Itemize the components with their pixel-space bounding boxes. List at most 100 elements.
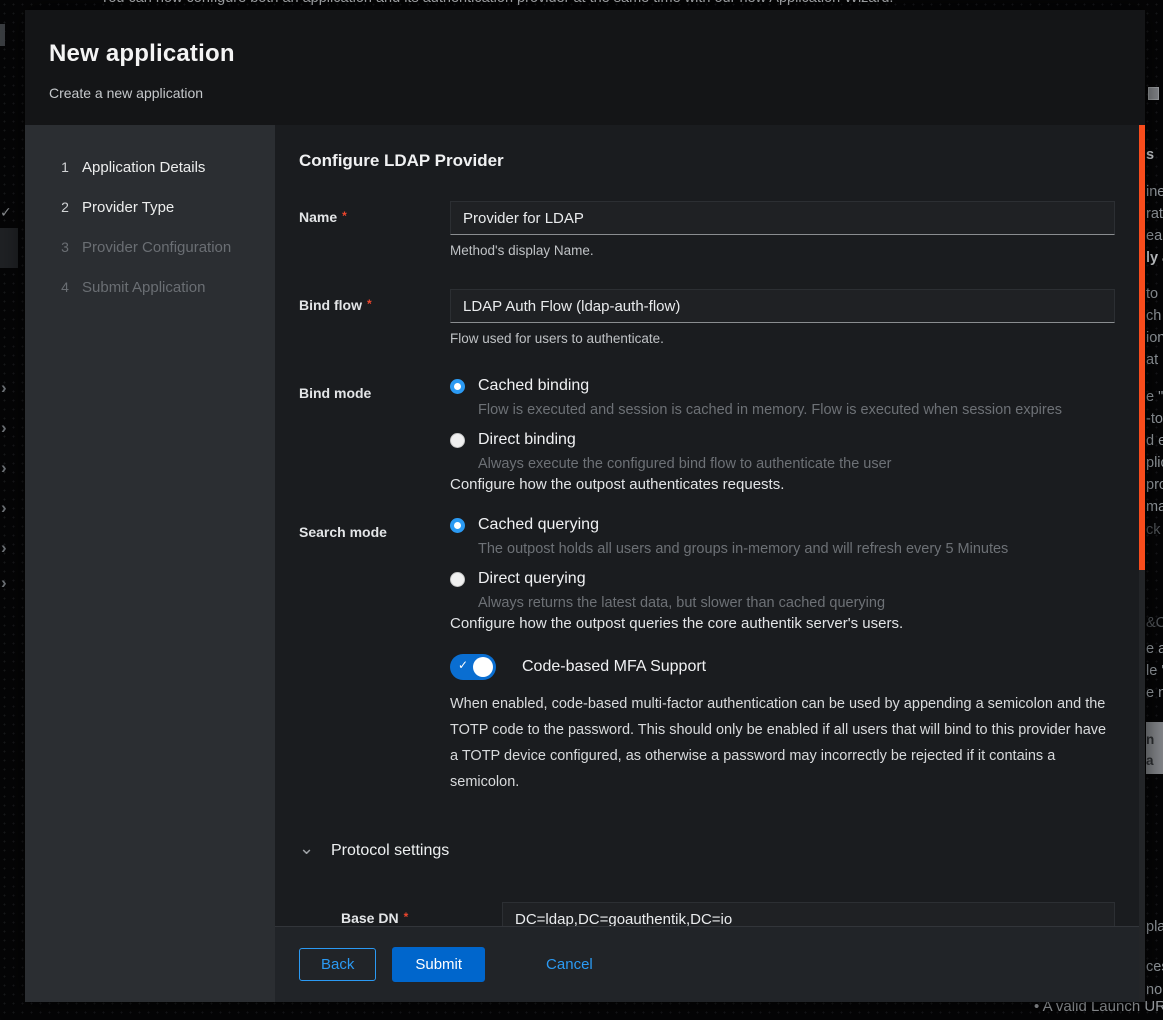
backdrop-text-fragment: at — [1146, 351, 1158, 369]
protocol-settings-group[interactable]: ⌄ Protocol settings — [299, 842, 1115, 860]
page-edge-rect — [0, 24, 5, 46]
label-text: Search mode — [299, 524, 387, 540]
chevron-right-icon: › — [1, 501, 7, 515]
step-application-details[interactable]: 1 Application Details — [25, 147, 275, 187]
radio-direct-querying[interactable]: Direct querying — [450, 570, 1115, 588]
step-number: 3 — [57, 239, 73, 255]
mfa-label: Code-based MFA Support — [522, 658, 706, 676]
backdrop-text-fragment: plic — [1146, 454, 1163, 472]
modal-title: New application — [49, 40, 1121, 68]
label-text: Bind flow — [299, 297, 362, 313]
radio-selected-icon[interactable] — [450, 379, 465, 394]
name-help: Method's display Name. — [450, 243, 1115, 258]
backdrop-text-fragment: ma — [1146, 498, 1163, 516]
step-number: 4 — [57, 279, 73, 295]
bind-mode-row: Bind mode Cached binding Flow is execute… — [299, 377, 1115, 493]
wizard-steps-sidebar: 1 Application Details 2 Provider Type 3 … — [25, 125, 275, 1002]
radio-help: Always returns the latest data, but slow… — [478, 595, 1115, 611]
bind-mode-cached-option: Cached binding Flow is executed and sess… — [450, 377, 1115, 418]
backdrop-right-fragments: sineratealy atochionate "c-tod eplicprom… — [1146, 0, 1163, 1020]
backdrop-text-fragment: d e — [1146, 432, 1163, 450]
modal-scrollbar-thumb[interactable] — [1139, 125, 1145, 570]
backdrop-text-fragment: rat — [1146, 205, 1163, 223]
bind-mode-direct-option: Direct binding Always execute the config… — [450, 431, 1115, 472]
chevron-right-icon: › — [1, 381, 7, 395]
search-mode-cached-option: Cached querying The outpost holds all us… — [450, 516, 1115, 557]
backdrop-text-fragment: ion — [1146, 329, 1163, 347]
radio-cached-binding[interactable]: Cached binding — [450, 377, 1115, 395]
radio-label: Direct querying — [478, 570, 586, 588]
required-asterisk: * — [342, 209, 347, 223]
required-asterisk: * — [404, 910, 409, 924]
radio-label: Cached querying — [478, 516, 599, 534]
chevron-down-icon: ⌄ — [299, 838, 313, 859]
step-submit-application: 4 Submit Application — [25, 267, 275, 307]
wizard-content: Configure LDAP Provider Name * Method's d… — [275, 125, 1145, 1002]
cancel-link[interactable]: Cancel — [546, 956, 593, 973]
backdrop-text-fragment: ces — [1146, 958, 1163, 976]
backdrop-text-fragment: no — [1146, 981, 1162, 999]
chevron-right-icon: › — [1, 421, 7, 435]
wizard-footer: Back Submit Cancel — [275, 926, 1145, 1002]
protocol-settings-label: Protocol settings — [331, 842, 449, 860]
mfa-label-spacer — [299, 654, 450, 795]
step-provider-type[interactable]: 2 Provider Type — [25, 187, 275, 227]
backdrop-text-fragment: to — [1146, 285, 1158, 303]
new-application-modal: New application Create a new application… — [25, 10, 1145, 1002]
chevron-right-icon: › — [1, 461, 7, 475]
chevron-right-icon: › — [1, 541, 7, 555]
backdrop-text-fragment: ly a — [1146, 249, 1163, 267]
radio-unselected-icon[interactable] — [450, 433, 465, 448]
fragment-line: efe — [1146, 771, 1163, 774]
modal-scrollbar-track[interactable] — [1139, 125, 1145, 1002]
backdrop-text-fragment: e n — [1146, 684, 1163, 702]
modal-subtitle: Create a new application — [49, 85, 1121, 101]
radio-help: Always execute the configured bind flow … — [478, 456, 1115, 472]
mfa-toggle-line[interactable]: ✓ Code-based MFA Support — [450, 654, 1115, 680]
toggle-on-icon[interactable]: ✓ — [450, 654, 496, 680]
wizard-banner-text: You can now configure both an applicatio… — [100, 0, 1100, 8]
backdrop-text-fragment: pro — [1146, 476, 1163, 494]
backdrop-button-fragment: n a efe — [1146, 722, 1163, 774]
backdrop-text-fragment: &C — [1146, 614, 1163, 632]
radio-unselected-icon[interactable] — [450, 572, 465, 587]
backdrop-text-fragment: ea — [1146, 227, 1162, 245]
search-mode-direct-option: Direct querying Always returns the lates… — [450, 570, 1115, 611]
required-asterisk: * — [367, 297, 372, 311]
radio-selected-icon[interactable] — [450, 518, 465, 533]
step-number: 1 — [57, 159, 73, 175]
radio-label: Direct binding — [478, 431, 576, 449]
chevron-right-icon: › — [1, 576, 7, 590]
radio-cached-querying[interactable]: Cached querying — [450, 516, 1115, 534]
backdrop-text-fragment: e "c — [1146, 388, 1163, 406]
bind-flow-input[interactable] — [450, 289, 1115, 323]
name-input[interactable] — [450, 201, 1115, 235]
label-text: Name — [299, 209, 337, 225]
modal-header: New application Create a new application — [25, 10, 1145, 125]
step-number: 2 — [57, 199, 73, 215]
sidebar-active-item-edge — [0, 228, 18, 268]
check-icon: ✓ — [0, 204, 12, 221]
step-label: Provider Type — [82, 199, 174, 216]
step-provider-configuration: 3 Provider Configuration — [25, 227, 275, 267]
step-label: Provider Configuration — [82, 239, 231, 256]
backdrop-text-fragment: ck — [1146, 521, 1161, 539]
form-heading: Configure LDAP Provider — [299, 151, 1115, 171]
bind-flow-help: Flow used for users to authenticate. — [450, 331, 1115, 346]
bind-mode-label: Bind mode — [299, 377, 450, 493]
step-label: Submit Application — [82, 279, 205, 296]
mfa-help: When enabled, code-based multi-factor au… — [450, 691, 1115, 795]
submit-button[interactable]: Submit — [392, 947, 485, 982]
mfa-row: ✓ Code-based MFA Support When enabled, c… — [299, 654, 1115, 795]
fragment-line: n a — [1146, 729, 1163, 771]
backdrop-text-fragment: ine — [1146, 183, 1163, 201]
check-icon: ✓ — [458, 658, 468, 672]
label-text: Bind mode — [299, 385, 371, 401]
backdrop-text-fragment: e a — [1146, 640, 1163, 658]
toggle-knob — [473, 657, 493, 677]
radio-direct-binding[interactable]: Direct binding — [450, 431, 1115, 449]
backdrop-text-fragment: -to — [1146, 410, 1163, 428]
back-button[interactable]: Back — [299, 948, 376, 981]
backdrop-text-fragment: ch — [1146, 307, 1161, 325]
search-mode-help: Configure how the outpost queries the co… — [450, 615, 1115, 632]
